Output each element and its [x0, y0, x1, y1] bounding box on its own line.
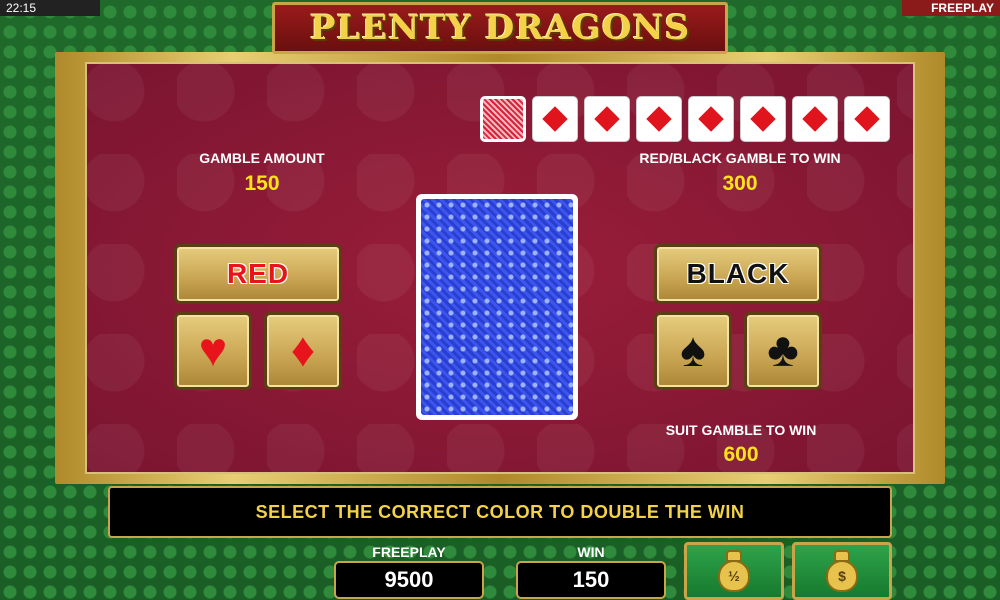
instruction-message: SELECT THE CORRECT COLOR TO DOUBLE THE W… [108, 486, 892, 538]
play-mode-indicator: FREEPLAY [902, 0, 1000, 16]
history-card-diamond [688, 96, 734, 142]
history-card-diamond [584, 96, 630, 142]
card-back-pattern [421, 199, 573, 415]
gamble-amount-label: GAMBLE AMOUNT [199, 150, 325, 166]
game-title-banner: PLENTY DRAGONS [272, 2, 728, 54]
game-title: PLENTY DRAGONS [309, 8, 691, 48]
collect-half-button[interactable]: ½ [684, 542, 784, 600]
clock: 22:15 [0, 0, 100, 16]
diamond-icon [854, 106, 880, 132]
diamond-icon: ♦ [290, 324, 316, 377]
gamble-amount-value: 150 [244, 172, 280, 195]
diamond-icon [698, 106, 724, 132]
black-button[interactable]: BLACK [654, 244, 822, 304]
diamonds-button[interactable]: ♦ [264, 312, 342, 390]
diamond-icon [750, 106, 776, 132]
win-amount: 150 [516, 561, 666, 599]
diamond-icon [802, 106, 828, 132]
spade-icon: ♠ [680, 324, 706, 377]
instruction-text: SELECT THE CORRECT COLOR TO DOUBLE THE W… [255, 501, 745, 522]
history-card-diamond [792, 96, 838, 142]
hearts-button[interactable]: ♥ [174, 312, 252, 390]
black-button-label: BLACK [686, 258, 790, 289]
club-icon: ♣ [767, 324, 799, 377]
diamond-icon [542, 106, 568, 132]
diamond-icon [594, 106, 620, 132]
win-label: WIN [577, 544, 605, 560]
red-button-label: RED [226, 258, 290, 289]
gamble-card [416, 194, 578, 420]
clubs-button[interactable]: ♣ [744, 312, 822, 390]
history-card-back [480, 96, 526, 142]
red-button[interactable]: RED [174, 244, 342, 304]
money-bag-half-icon: ½ [716, 550, 752, 592]
freeplay-balance: 9500 [334, 561, 484, 599]
collect-full-button[interactable]: $ [792, 542, 892, 600]
color-gamble-label: RED/BLACK GAMBLE TO WIN [639, 150, 841, 166]
history-card-diamond [636, 96, 682, 142]
history-card-diamond [532, 96, 578, 142]
suit-gamble-value: 600 [723, 443, 759, 466]
spades-button[interactable]: ♠ [654, 312, 732, 390]
heart-icon: ♥ [198, 324, 228, 377]
money-bag-icon: $ [824, 550, 860, 592]
diamond-icon [646, 106, 672, 132]
history-card-diamond [844, 96, 890, 142]
color-gamble-value: 300 [722, 172, 758, 195]
history-card-diamond [740, 96, 786, 142]
freeplay-label: FREEPLAY [372, 544, 446, 560]
suit-gamble-label: SUIT GAMBLE TO WIN [665, 422, 817, 438]
